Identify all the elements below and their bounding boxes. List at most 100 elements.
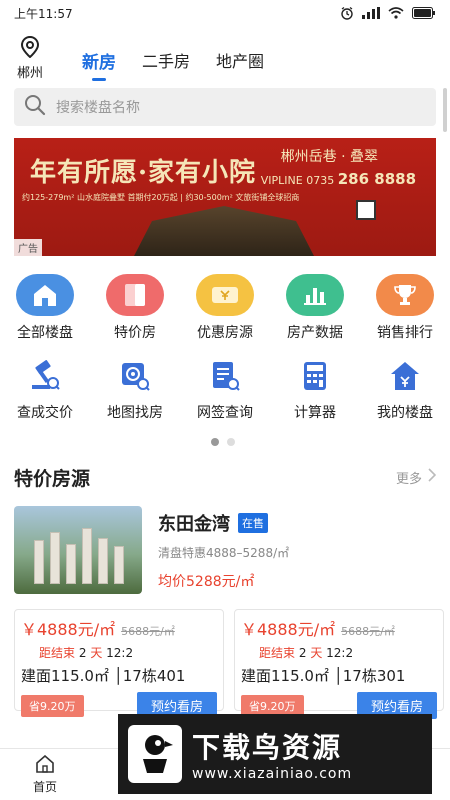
top-nav: 郴州 新房 二手房 地产圈 [0, 32, 450, 84]
city-selector[interactable]: 郴州 [0, 35, 58, 81]
deal-price: ￥4888元/㎡ [241, 620, 336, 639]
watermark-text: 下载鸟资源 www.xiazainiao.com [192, 726, 352, 782]
tool-transaction-price[interactable]: 查成交价 [0, 356, 90, 422]
carousel-indicator [211, 438, 235, 446]
more-label: 更多 [395, 471, 422, 487]
tool-label: 查成交价 [17, 405, 73, 421]
category-label: 销售排行 [377, 325, 433, 341]
category-special-price[interactable]: 特价房 [90, 274, 180, 342]
tool-my-properties[interactable]: 我的楼盘 [360, 356, 450, 422]
section-title: 特价房源 [14, 467, 91, 490]
area-code: 0735 [306, 174, 335, 187]
vipline-label: VIPLINE [260, 174, 303, 187]
coupon-icon [196, 274, 254, 316]
alarm-icon [340, 6, 354, 20]
tool-label: 我的楼盘 [377, 405, 433, 421]
tool-calculator[interactable]: 计算器 [270, 356, 360, 422]
category-all-properties[interactable]: 全部楼盘 [0, 274, 90, 342]
unit-spec: 建面115.0㎡ │17栋401 [21, 667, 186, 685]
tab-second-hand[interactable]: 二手房 [142, 48, 190, 72]
deal-price: ￥4888元/㎡ [21, 620, 116, 639]
status-icons [340, 6, 436, 20]
trophy-icon [376, 274, 434, 316]
wifi-icon [388, 7, 404, 19]
signal-icon [362, 7, 380, 19]
category-label: 房产数据 [287, 325, 343, 341]
tab-new-homes[interactable]: 新房 [82, 48, 116, 73]
bar-chart-icon [286, 274, 344, 316]
category-label: 特价房 [114, 325, 156, 341]
location-pin-icon [20, 35, 40, 62]
house-yen-icon [384, 356, 426, 396]
document-search-icon [204, 356, 246, 396]
tab-real-estate-circle[interactable]: 地产圈 [216, 48, 264, 72]
status-bar: 上午11:57 [0, 0, 450, 26]
tool-map-search[interactable]: 地图找房 [90, 356, 180, 422]
special-listings-header: 特价房源 更多 [14, 462, 437, 492]
watermark-title: 下载鸟资源 [192, 731, 343, 764]
home-icon [16, 274, 74, 316]
price-tag-icon [106, 274, 164, 316]
nav-label: 首页 [32, 779, 57, 794]
property-name: 东田金湾 [158, 514, 230, 535]
property-avg-price: 均价5288元/㎡ [158, 574, 255, 590]
search-icon [24, 94, 46, 120]
deal-card[interactable]: ￥4888元/㎡ 5688元/㎡ 距结束 2 天 12:2 建面115.0㎡ │… [234, 609, 444, 719]
property-info: 东田金湾 在售 清盘特惠4888–5288/㎡ 均价5288元/㎡ [158, 506, 289, 594]
nav-home[interactable]: 首页 [0, 749, 90, 800]
category-discount-listings[interactable]: 优惠房源 [180, 274, 270, 342]
gavel-icon [24, 356, 66, 396]
tool-contract-lookup[interactable]: 网签查询 [180, 356, 270, 422]
savings-tag: 省9.20万 [21, 694, 84, 717]
search-input[interactable] [56, 99, 386, 115]
deal-card-list: ￥4888元/㎡ 5688元/㎡ 距结束 2 天 12:2 建面115.0㎡ │… [14, 609, 450, 719]
category-label: 全部楼盘 [17, 325, 73, 341]
battery-icon [412, 7, 436, 19]
tool-label: 计算器 [294, 405, 336, 421]
watermark-url: www.xiazainiao.com [192, 766, 353, 782]
banner-building-image [134, 206, 314, 256]
countdown-label: 距结束 [39, 646, 76, 660]
status-badge: 在售 [238, 513, 268, 533]
original-price: 5688元/㎡ [341, 625, 395, 638]
featured-property[interactable]: 东田金湾 在售 清盘特惠4888–5288/㎡ 均价5288元/㎡ [14, 506, 436, 594]
ad-label: 广告 [14, 239, 42, 256]
tool-label: 地图找房 [107, 405, 163, 421]
property-name-row: 东田金湾 在售 [158, 510, 289, 536]
category-grid: 全部楼盘 特价房 优惠房源 房产数据 销售排行 查成交价 地图找房 网签查询 计… [0, 274, 450, 422]
watermark-logo-icon [128, 725, 182, 783]
map-search-icon [114, 356, 156, 396]
carousel-dot-active[interactable] [211, 438, 219, 446]
deal-card[interactable]: ￥4888元/㎡ 5688元/㎡ 距结束 2 天 12:2 建面115.0㎡ │… [14, 609, 224, 719]
countdown-time: 12:2 [106, 646, 134, 660]
carousel-dot[interactable] [227, 438, 235, 446]
watermark-overlay: 下载鸟资源 www.xiazainiao.com [118, 714, 432, 794]
home-outline-icon [35, 754, 55, 776]
property-subtitle: 清盘特惠4888–5288/㎡ [158, 546, 290, 560]
city-name: 郴州 [16, 65, 43, 81]
banner-brand: 郴州岳巷 · 叠翠 [280, 149, 378, 165]
search-bar[interactable] [14, 88, 436, 126]
countdown: 距结束 2 天 12:2 [21, 644, 217, 661]
chevron-right-icon [428, 468, 437, 486]
more-link[interactable]: 更多 [395, 468, 437, 487]
countdown-time: 12:2 [326, 646, 354, 660]
countdown-days: 2 [78, 646, 87, 660]
banner-tagline: 年有所愿·家有小院 [30, 158, 257, 188]
original-price: 5688元/㎡ [121, 625, 175, 638]
scrollbar[interactable] [443, 88, 447, 132]
countdown: 距结束 2 天 12:2 [241, 644, 437, 661]
category-property-data[interactable]: 房产数据 [270, 274, 360, 342]
banner-promo: 约125-279m² 山水庭院叠墅 首期付20万起 | 约30-500m² 文旅… [22, 193, 300, 202]
countdown-days-unit: 天 [310, 646, 323, 660]
tab-bar: 新房 二手房 地产圈 [82, 32, 264, 84]
property-thumbnail [14, 506, 142, 594]
countdown-label: 距结束 [259, 646, 296, 660]
banner-phone: VIPLINE 0735 286 8888 [261, 170, 416, 188]
category-label: 优惠房源 [197, 325, 253, 341]
countdown-days-unit: 天 [90, 646, 103, 660]
category-sales-ranking[interactable]: 销售排行 [360, 274, 450, 342]
category-row-tools: 查成交价 地图找房 网签查询 计算器 我的楼盘 [0, 356, 450, 422]
ad-banner[interactable]: 年有所愿·家有小院 郴州岳巷 · 叠翠 VIPLINE 0735 286 888… [14, 138, 436, 256]
price-row: ￥4888元/㎡ 5688元/㎡ [241, 616, 437, 640]
